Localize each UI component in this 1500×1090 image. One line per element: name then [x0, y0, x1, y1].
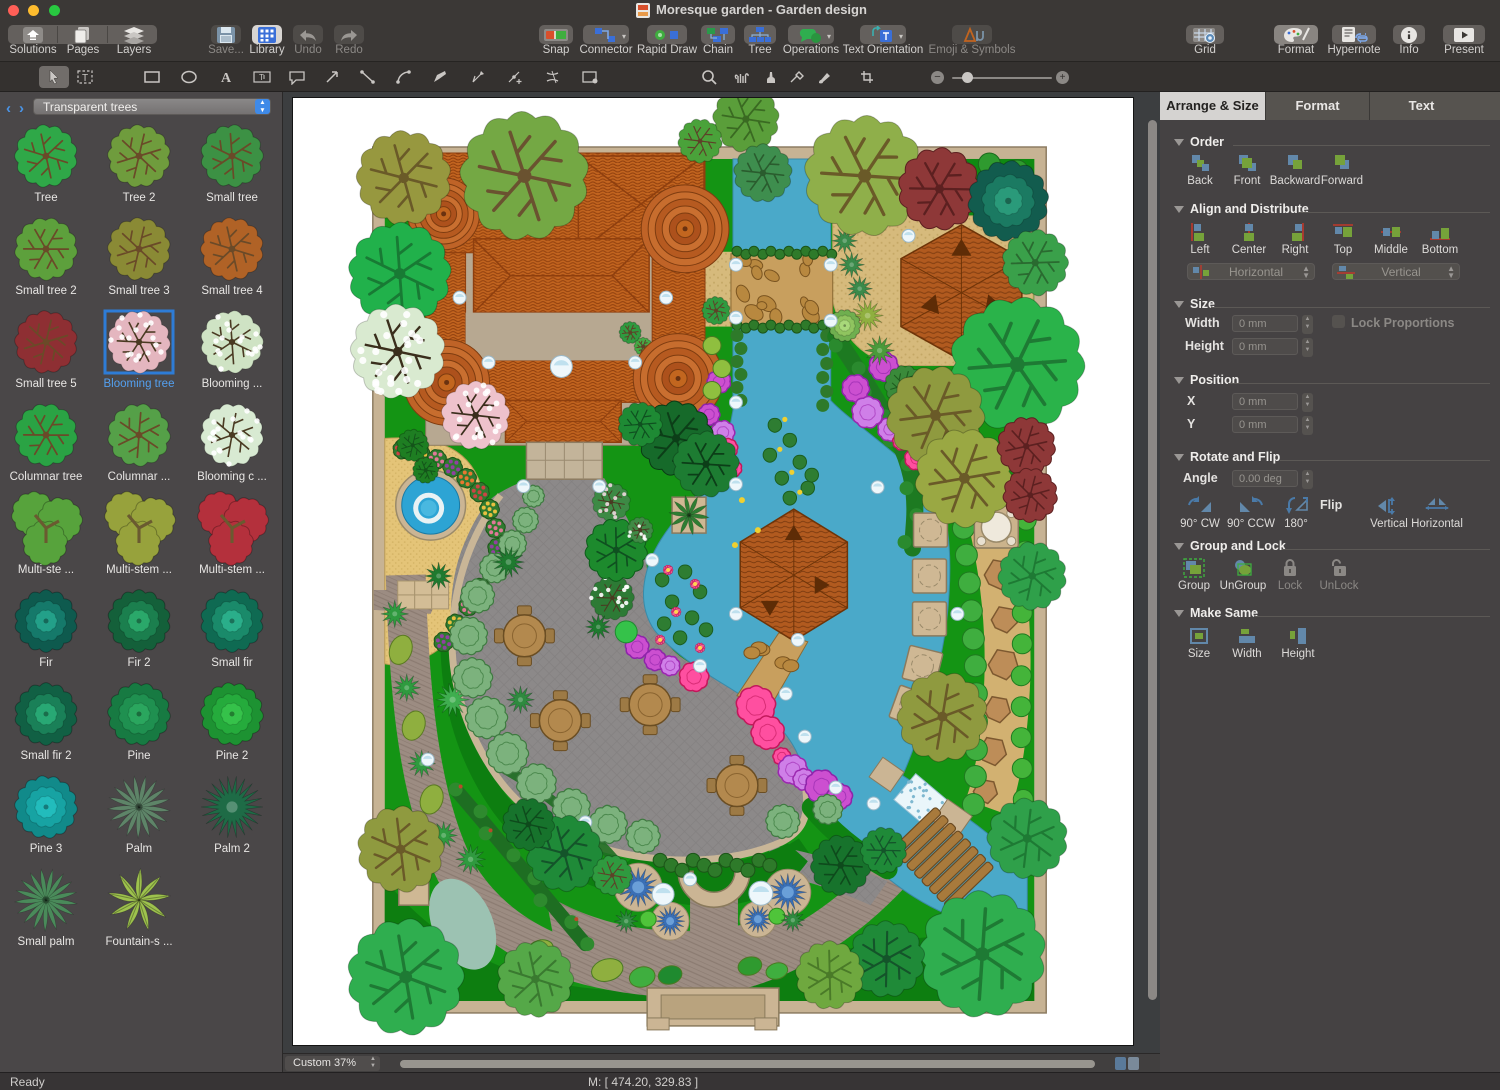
svg-text:Multi-stem ...: Multi-stem ...: [199, 564, 265, 576]
svg-text:Pine: Pine: [127, 750, 150, 762]
svg-text:Multi-stem ...: Multi-stem ...: [106, 564, 172, 576]
svg-text:Tree: Tree: [34, 192, 57, 204]
svg-text:Fir: Fir: [39, 657, 53, 669]
svg-text:Pine 3: Pine 3: [30, 843, 63, 855]
svg-text:Small fir: Small fir: [211, 657, 253, 669]
svg-text:Small tree 4: Small tree 4: [201, 285, 263, 297]
svg-text:Small palm: Small palm: [18, 936, 75, 948]
svg-text:Fir 2: Fir 2: [128, 657, 151, 669]
svg-text:Pine 2: Pine 2: [216, 750, 249, 762]
svg-text:T: T: [259, 73, 264, 82]
svg-text:Multi-ste ...: Multi-ste ...: [18, 564, 74, 576]
svg-text:Tree 2: Tree 2: [123, 192, 156, 204]
svg-text:Small tree 3: Small tree 3: [108, 285, 169, 297]
svg-text:Palm 2: Palm 2: [214, 843, 250, 855]
svg-text:Small tree 2: Small tree 2: [15, 285, 76, 297]
svg-text:A: A: [221, 71, 232, 85]
svg-text:Columnar ...: Columnar ...: [108, 471, 171, 483]
svg-text:Blooming ...: Blooming ...: [202, 378, 263, 390]
svg-text:Small fir 2: Small fir 2: [20, 750, 71, 762]
svg-text:Columnar tree: Columnar tree: [10, 471, 83, 483]
svg-text:Palm: Palm: [126, 843, 152, 855]
svg-text:Small tree 5: Small tree 5: [15, 378, 76, 390]
svg-text:Small tree: Small tree: [206, 192, 258, 204]
svg-text:Blooming tree: Blooming tree: [104, 378, 175, 390]
svg-text:Blooming c ...: Blooming c ...: [197, 471, 267, 483]
svg-text:Fountain-s ...: Fountain-s ...: [105, 936, 172, 948]
svg-text:T: T: [82, 73, 88, 84]
